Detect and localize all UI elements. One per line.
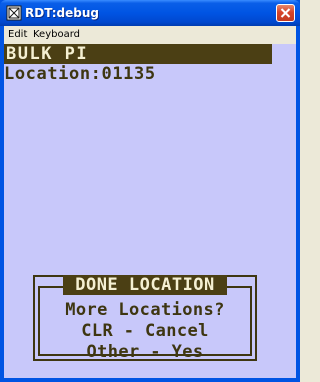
done-location-dialog: More Locations? CLR - Cancel Other - Yes… xyxy=(33,275,257,362)
dialog-option-cancel: CLR - Cancel xyxy=(81,321,209,341)
dialog-prompt: More Locations? xyxy=(65,300,225,320)
app-icon xyxy=(6,5,22,21)
window-bottom-frame xyxy=(0,378,300,382)
location-line: Location:01135 xyxy=(4,64,156,84)
menu-edit[interactable]: Edit xyxy=(8,28,27,42)
terminal-screen[interactable]: BULK PI Location:01135 More Locations? C… xyxy=(4,44,296,378)
menu-keyboard[interactable]: Keyboard xyxy=(33,28,80,42)
screen-header: BULK PI xyxy=(6,44,89,64)
dialog-title: DONE LOCATION xyxy=(63,275,227,295)
menu-bar: Edit Keyboard xyxy=(4,26,296,44)
window-title: RDT:debug xyxy=(25,6,99,20)
title-bar[interactable]: RDT:debug xyxy=(0,0,300,26)
close-icon xyxy=(280,8,291,18)
app-window: RDT:debug Edit Keyboard BULK PI Location… xyxy=(0,0,300,382)
dialog-inner-frame: More Locations? CLR - Cancel Other - Yes xyxy=(38,286,252,362)
close-button[interactable] xyxy=(276,4,295,22)
dialog-option-yes: Other - Yes xyxy=(86,342,204,362)
header-bar: BULK PI xyxy=(4,44,272,64)
